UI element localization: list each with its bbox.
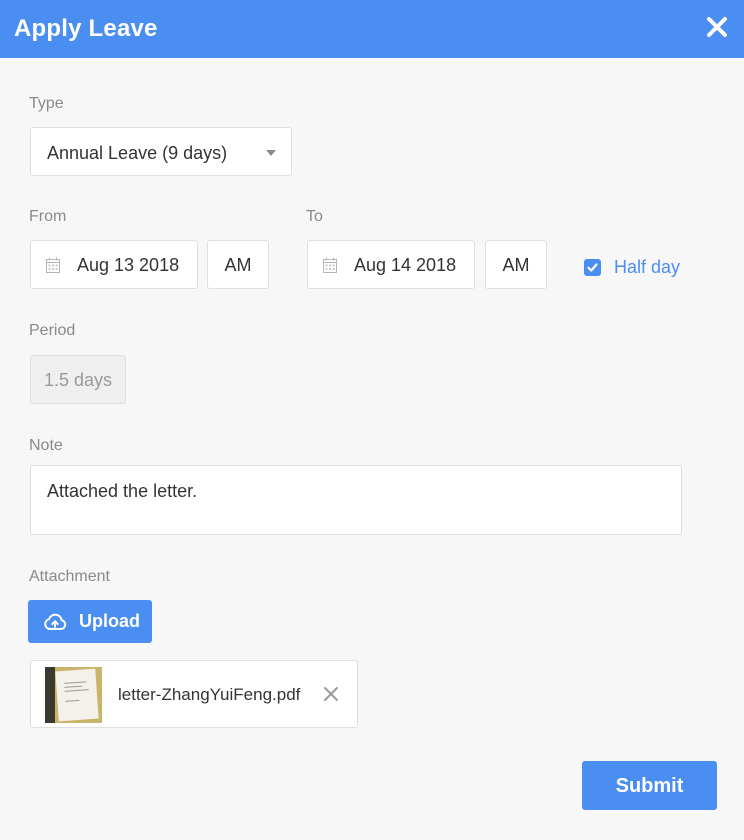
dialog-title: Apply Leave — [14, 15, 158, 42]
cloud-upload-icon — [44, 613, 67, 630]
from-date-value: Aug 13 2018 — [77, 255, 180, 275]
dialog-header: Apply Leave — [0, 0, 744, 58]
to-ampm-select[interactable]: AM — [485, 240, 547, 289]
type-label: Type — [29, 95, 64, 112]
remove-file-icon[interactable] — [323, 686, 339, 702]
to-ampm-value: AM — [502, 255, 530, 275]
note-textarea[interactable]: Attached the letter. — [30, 465, 682, 535]
to-date-value: Aug 14 2018 — [354, 255, 457, 275]
chevron-down-icon — [266, 150, 276, 156]
leave-type-select[interactable]: Annual Leave (9 days) — [30, 127, 292, 176]
submit-button[interactable]: Submit — [582, 761, 717, 810]
from-date-input[interactable]: Aug 13 2018 — [30, 240, 198, 289]
note-label: Note — [29, 437, 63, 454]
upload-label: Upload — [79, 611, 140, 631]
to-label: To — [306, 208, 323, 225]
file-thumbnail — [45, 667, 102, 723]
close-icon[interactable] — [701, 11, 733, 43]
checkbox-checked-icon — [584, 258, 601, 276]
file-name: letter-ZhangYuiFeng.pdf — [118, 685, 301, 704]
to-date-input[interactable]: Aug 14 2018 — [307, 240, 475, 289]
period-value: 1.5 days — [43, 370, 113, 390]
calendar-icon — [46, 257, 60, 273]
half-day-checkbox[interactable]: Half day — [584, 256, 680, 278]
attachment-item: letter-ZhangYuiFeng.pdf — [30, 660, 358, 728]
from-label: From — [29, 208, 67, 225]
from-ampm-select[interactable]: AM — [207, 240, 269, 289]
attachment-label: Attachment — [29, 568, 110, 585]
submit-label: Submit — [615, 775, 684, 797]
half-day-label: Half day — [614, 256, 681, 277]
period-field: 1.5 days — [30, 355, 126, 404]
period-label: Period — [29, 322, 76, 339]
leave-type-value: Annual Leave (9 days) — [47, 143, 228, 163]
from-ampm-value: AM — [224, 255, 252, 275]
calendar-icon — [323, 257, 337, 273]
note-value: Attached the letter. — [47, 481, 198, 501]
upload-button[interactable]: Upload — [28, 600, 152, 643]
